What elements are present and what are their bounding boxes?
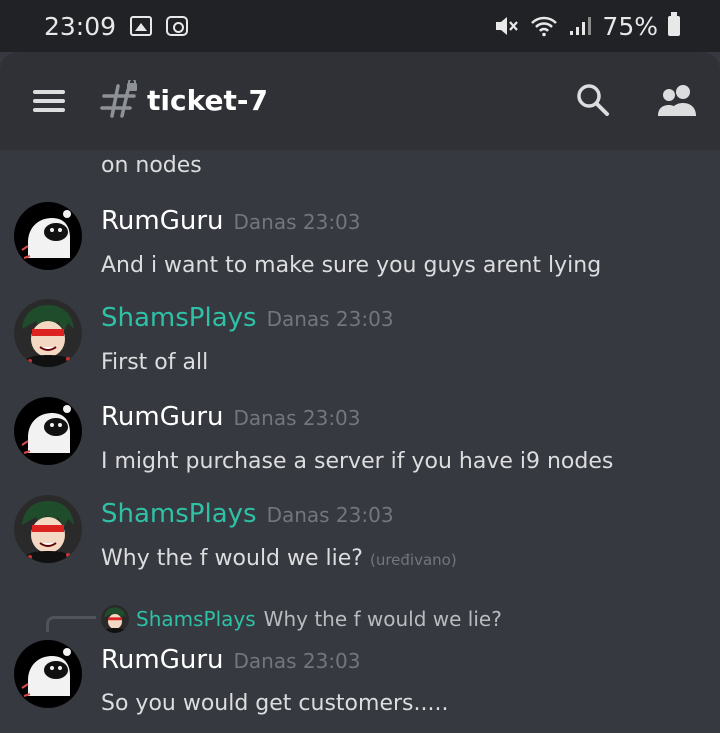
avatar[interactable] xyxy=(14,397,82,465)
message-text: And i want to make sure you guys arent l… xyxy=(101,253,602,278)
reply-text: Why the f would we lie? xyxy=(263,607,502,631)
continued-message-text: on nodes xyxy=(101,153,202,178)
message-author[interactable]: RumGuru Danas 23:03 xyxy=(101,206,361,236)
menu-icon[interactable] xyxy=(33,90,65,112)
image-icon xyxy=(130,16,153,36)
message-text: Why the f would we lie? (uređivano) xyxy=(101,546,457,571)
edited-label: (uređivano) xyxy=(369,551,457,569)
channel-header: ticket-7 xyxy=(0,52,720,150)
reply-connector xyxy=(46,616,96,632)
message-text: I might purchase a server if you have i9… xyxy=(101,449,614,474)
wifi-icon xyxy=(531,16,558,37)
status-bar: 23:09 75% xyxy=(0,0,720,52)
message-text: So you would get customers..... xyxy=(101,691,449,716)
avatar[interactable] xyxy=(14,640,82,708)
reply-avatar xyxy=(101,605,129,633)
search-icon[interactable] xyxy=(575,82,611,118)
signal-icon xyxy=(570,17,592,35)
message-timestamp: Danas 23:03 xyxy=(266,307,394,331)
mute-icon xyxy=(496,17,519,35)
screen-record-icon xyxy=(166,16,189,36)
avatar[interactable] xyxy=(14,299,82,367)
reply-author: ShamsPlays xyxy=(136,607,256,631)
members-icon[interactable] xyxy=(656,82,698,120)
message-author[interactable]: ShamsPlays Danas 23:03 xyxy=(101,499,394,529)
message-text: First of all xyxy=(101,350,209,375)
locked-channel-icon xyxy=(100,80,137,118)
avatar[interactable] xyxy=(14,202,82,270)
message-timestamp: Danas 23:03 xyxy=(233,210,361,234)
message-timestamp: Danas 23:03 xyxy=(233,406,361,430)
status-time: 23:09 xyxy=(44,11,117,41)
message-timestamp: Danas 23:03 xyxy=(233,649,361,673)
avatar[interactable] xyxy=(14,495,82,563)
message-author[interactable]: RumGuru Danas 23:03 xyxy=(101,402,361,432)
battery-percent: 75% xyxy=(602,11,658,41)
message-timestamp: Danas 23:03 xyxy=(266,503,394,527)
channel-name: ticket-7 xyxy=(147,84,268,117)
message-author[interactable]: RumGuru Danas 23:03 xyxy=(101,645,361,675)
message-author[interactable]: ShamsPlays Danas 23:03 xyxy=(101,303,394,333)
battery-icon xyxy=(668,12,680,36)
reply-preview[interactable]: ShamsPlays Why the f would we lie? xyxy=(101,605,502,633)
